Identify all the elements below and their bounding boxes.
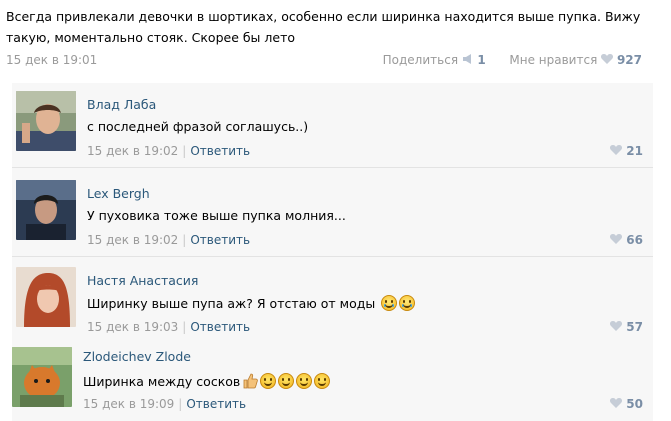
- post-text: Всегда привлекали девочки в шортиках, ос…: [6, 9, 641, 45]
- avatar[interactable]: [16, 267, 76, 327]
- comment-text-line: Ширинка между сосков: [83, 373, 331, 389]
- comment-date[interactable]: 15 дек в 19:09: [83, 397, 174, 411]
- comment-like-count: 66: [626, 233, 643, 247]
- comment-like-count: 50: [626, 397, 643, 411]
- comment-text: Ширинку выше пупа аж? Я отстаю от моды: [87, 296, 376, 311]
- comment-text: Ширинка между сосков: [83, 374, 241, 389]
- avatar[interactable]: [12, 347, 72, 407]
- share-count: 1: [477, 53, 486, 67]
- comment-author[interactable]: Lex Bergh: [87, 186, 150, 201]
- reply-link[interactable]: Ответить: [190, 144, 250, 158]
- comments-thread: Влад Лаба с последней фразой соглашусь..…: [12, 83, 653, 421]
- comment: Влад Лаба с последней фразой соглашусь..…: [12, 83, 653, 168]
- comment-text-line: Ширинку выше пупа аж? Я отстаю от моды: [87, 295, 416, 311]
- share-button[interactable]: Поделиться 1: [383, 53, 490, 67]
- megaphone-icon: [462, 54, 478, 67]
- comment-author[interactable]: Zlodeichev Zlode: [83, 349, 191, 364]
- smiling-emoji-icon: [314, 373, 331, 389]
- comment-like-count: 57: [626, 320, 643, 334]
- avatar[interactable]: [16, 91, 76, 151]
- share-label: Поделиться: [382, 53, 459, 67]
- smiling-emoji-icon: [296, 373, 313, 389]
- heart-icon: [610, 144, 623, 158]
- laughing-crying-emoji-icon: [381, 295, 398, 311]
- reply-link[interactable]: Ответить: [186, 397, 246, 411]
- comment: Настя Анастасия Ширинку выше пупа аж? Я …: [12, 259, 653, 344]
- comment-date[interactable]: 15 дек в 19:02: [87, 233, 178, 247]
- smiling-emoji-icon: [260, 373, 277, 389]
- reply-link[interactable]: Ответить: [190, 233, 250, 247]
- heart-icon: [610, 397, 623, 411]
- comment-like-button[interactable]: 50: [610, 397, 643, 411]
- post-meta: 15 дек в 19:01 Поделиться 1 Мне нравится…: [6, 53, 642, 71]
- comment-like-button[interactable]: 21: [610, 144, 643, 158]
- post-date[interactable]: 15 дек в 19:01: [6, 53, 97, 67]
- post-actions: Поделиться 1 Мне нравится 927: [383, 53, 642, 67]
- comment-text: с последней фразой соглашусь..): [87, 119, 309, 134]
- comment-like-button[interactable]: 66: [610, 233, 643, 247]
- comment-like-count: 21: [626, 144, 643, 158]
- heart-icon: [601, 53, 617, 67]
- comment-meta: 15 дек в 19:09 | Ответить: [83, 397, 247, 411]
- comment-date[interactable]: 15 дек в 19:02: [87, 144, 178, 158]
- comment: Lex Bergh У пуховика тоже выше пупка мол…: [12, 172, 653, 257]
- comment-text: У пуховика тоже выше пупка молния...: [87, 208, 346, 223]
- comment-meta: 15 дек в 19:02 | Ответить: [87, 144, 251, 158]
- like-label: Мне нравится: [509, 53, 598, 67]
- heart-icon: [610, 233, 623, 247]
- laughing-crying-emoji-icon: [399, 295, 416, 311]
- comment-author[interactable]: Влад Лаба: [87, 97, 156, 112]
- reply-link[interactable]: Ответить: [190, 320, 250, 334]
- comment-meta: 15 дек в 19:02 | Ответить: [87, 233, 251, 247]
- like-button[interactable]: Мне нравится 927: [509, 53, 642, 67]
- comment-date[interactable]: 15 дек в 19:03: [87, 320, 178, 334]
- comment-meta: 15 дек в 19:03 | Ответить: [87, 320, 251, 334]
- comment: Zlodeichev Zlode Ширинка между сосков 15…: [12, 337, 653, 421]
- comment-author[interactable]: Настя Анастасия: [87, 273, 198, 288]
- heart-icon: [610, 320, 623, 334]
- thumbs-up-icon: [242, 373, 259, 389]
- smiling-emoji-icon: [278, 373, 295, 389]
- comment-like-button[interactable]: 57: [610, 320, 643, 334]
- avatar[interactable]: [16, 180, 76, 240]
- like-count: 927: [616, 53, 642, 67]
